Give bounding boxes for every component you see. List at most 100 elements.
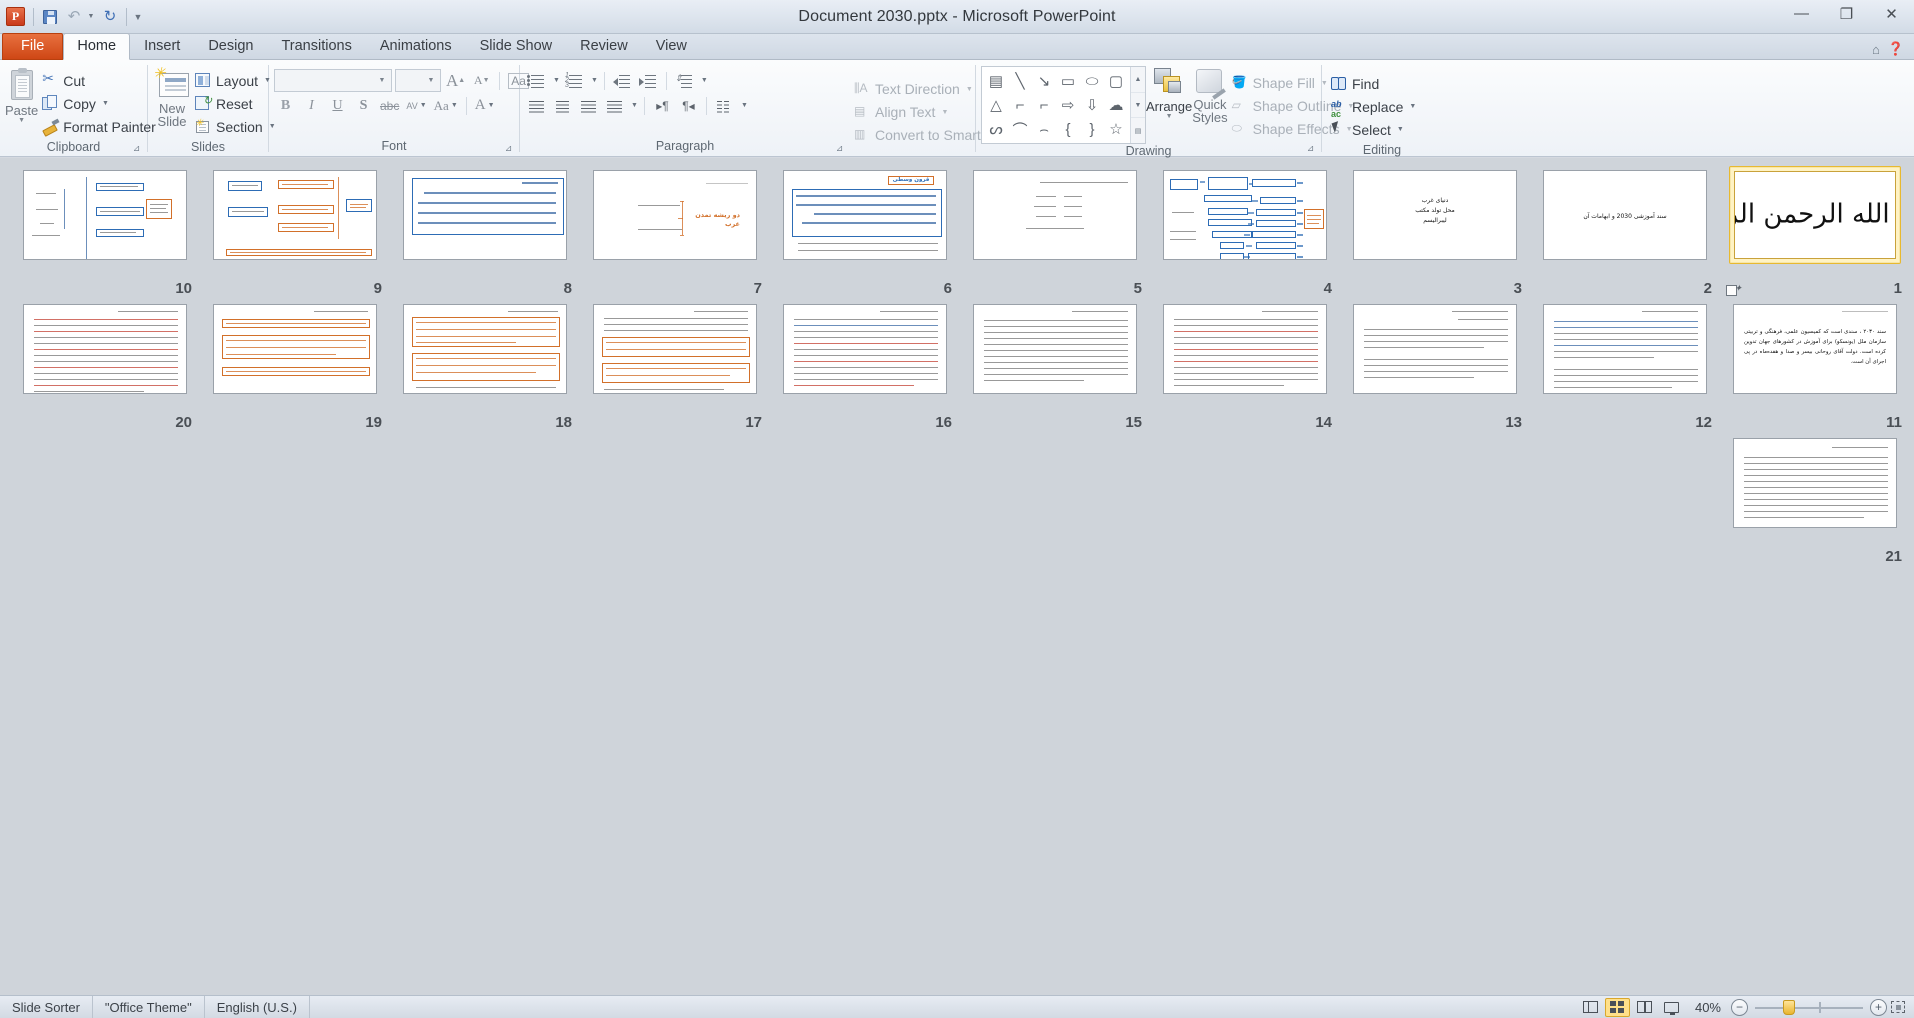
redo-button[interactable]: ↻ (98, 5, 122, 29)
reset-button[interactable]: ↻ Reset (191, 92, 280, 115)
layout-button[interactable]: Layout ▼ (191, 69, 280, 92)
customize-quick-access-button[interactable]: ▼ (131, 5, 147, 29)
rectangle-shape[interactable]: ▭ (1056, 69, 1080, 93)
paste-button[interactable]: Paste ▼ (5, 65, 38, 124)
slide-thumbnail-9[interactable]: 9 (200, 166, 390, 297)
zoom-slider[interactable] (1755, 999, 1863, 1016)
line-spacing-button[interactable]: ⇕ (673, 69, 696, 92)
ltr-button[interactable]: ▸¶ (651, 94, 674, 117)
cloud-shape[interactable]: ☁ (1104, 93, 1128, 117)
zoom-out-button[interactable]: − (1731, 998, 1748, 1016)
text-direction-button[interactable]: ⫼A Text Direction ▼ (850, 78, 975, 101)
chevron-down-icon[interactable]: ▼ (741, 102, 748, 109)
slide-sorter-workspace[interactable]: 10 9 8 دو ریشه تمدن غرب 7 قرون وسطی 6 5 … (0, 158, 1914, 995)
shapes-more-button[interactable]: ▤ (1131, 118, 1145, 143)
elbow-connector-shape[interactable]: ⌐ (1008, 93, 1032, 117)
reading-view-button[interactable] (1632, 998, 1657, 1017)
tab-file[interactable]: File (2, 33, 64, 60)
justify-button[interactable] (603, 94, 626, 117)
numbering-button[interactable]: 123 (563, 69, 586, 92)
oval-shape[interactable]: ⬭ (1080, 69, 1104, 93)
slide-thumbnail-8[interactable]: 8 (390, 166, 580, 297)
status-theme[interactable]: "Office Theme" (93, 996, 205, 1018)
clipboard-dialog-launcher[interactable]: ⊿ (130, 142, 143, 155)
center-button[interactable] (551, 94, 574, 117)
copy-button[interactable]: Copy ▼ (38, 92, 160, 115)
minimize-button[interactable]: — (1779, 0, 1824, 27)
restore-button[interactable]: ❐ (1824, 0, 1869, 27)
status-language[interactable]: English (U.S.) (205, 996, 310, 1018)
cut-button[interactable]: Cut (38, 69, 160, 92)
left-brace-shape[interactable]: { (1056, 117, 1080, 141)
transition-indicator-icon[interactable]: ✦ (1726, 283, 1742, 298)
drawing-dialog-launcher[interactable]: ⊿ (1304, 142, 1317, 155)
slide-thumbnail-13[interactable]: 13 (1340, 300, 1530, 431)
strikethrough-button[interactable]: abc (378, 94, 401, 117)
shapes-gallery-scrollbar[interactable]: ▲ ▼ ▤ (1130, 67, 1145, 143)
underline-button[interactable]: U (326, 94, 349, 117)
scroll-up-button[interactable]: ▲ (1131, 67, 1145, 93)
scroll-down-button[interactable]: ▼ (1131, 93, 1145, 119)
tab-slide-show[interactable]: Slide Show (466, 33, 567, 59)
rounded-rect-shape[interactable]: ▢ (1104, 69, 1128, 93)
rtl-button[interactable]: ¶◂ (677, 94, 700, 117)
slide-thumbnail-11[interactable]: سند ۲۰۳۰ ، سندی است که کمیسیون علمی، فره… (1720, 300, 1910, 431)
slide-thumbnail-3[interactable]: دنیای غرب محل تولد مکتب لیبرالیسم 3 (1340, 166, 1530, 297)
normal-view-button[interactable] (1578, 998, 1603, 1017)
select-button[interactable]: Select ▼ (1327, 118, 1420, 141)
grow-font-button[interactable]: A ▲ (444, 69, 467, 92)
character-spacing-button[interactable]: AV ▼ (404, 94, 428, 117)
slide-thumbnail-20[interactable]: 20 (10, 300, 200, 431)
find-button[interactable]: Find (1327, 72, 1420, 95)
arrange-button[interactable]: Arrange ▼ (1146, 66, 1192, 120)
font-name-combo[interactable]: ▼ (274, 69, 392, 92)
arrow-shape[interactable]: ↘ (1032, 69, 1056, 93)
columns-button[interactable] (713, 94, 736, 117)
star-shape[interactable]: ☆ (1104, 117, 1128, 141)
align-right-button[interactable] (577, 94, 600, 117)
triangle-shape[interactable]: △ (984, 93, 1008, 117)
align-text-button[interactable]: ▤ Align Text ▼ (850, 101, 975, 124)
shapes-gallery[interactable]: ▤ ╲ ↘ ▭ ⬭ ▢ △ ⌐ ⌐ ⇨ ⇩ ☁ ᔕ ⌒ ⌢ { } ☆ ▲ ▼ … (981, 66, 1146, 144)
freeform-shape[interactable]: ᔕ (984, 117, 1008, 141)
italic-button[interactable]: I (300, 94, 323, 117)
format-painter-button[interactable]: Format Painter (38, 115, 160, 138)
tab-design[interactable]: Design (194, 33, 267, 59)
tab-transitions[interactable]: Transitions (267, 33, 365, 59)
slide-thumbnail-6[interactable]: قرون وسطی 6 (770, 166, 960, 297)
line-shape[interactable]: ╲ (1008, 69, 1032, 93)
slide-thumbnail-12[interactable]: 12 (1530, 300, 1720, 431)
down-arrow-shape[interactable]: ⇩ (1080, 93, 1104, 117)
paragraph-dialog-launcher[interactable]: ⊿ (833, 142, 846, 155)
font-size-combo[interactable]: ▼ (395, 69, 441, 92)
slide-thumbnail-18[interactable]: 18 (390, 300, 580, 431)
quick-styles-button[interactable]: Quick Styles (1192, 66, 1228, 124)
right-arrow-shape[interactable]: ⇨ (1056, 93, 1080, 117)
slide-thumbnail-2[interactable]: سند آموزشی 2030 و ابهامات آن 2 (1530, 166, 1720, 297)
slide-thumbnail-17[interactable]: 17 (580, 300, 770, 431)
chevron-down-icon[interactable]: ▼ (631, 102, 638, 109)
zoom-slider-thumb[interactable] (1783, 999, 1795, 1015)
status-view-name[interactable]: Slide Sorter (0, 996, 93, 1018)
right-brace-shape[interactable]: } (1080, 117, 1104, 141)
slide-thumbnail-15[interactable]: 15 (960, 300, 1150, 431)
replace-button[interactable]: ab ac Replace ▼ (1327, 95, 1420, 120)
slide-thumbnail-14[interactable]: 14 (1150, 300, 1340, 431)
minimize-ribbon-icon[interactable]: ⌂ (1872, 42, 1880, 57)
slide-sorter-view-button[interactable] (1604, 997, 1630, 1017)
new-slide-button[interactable]: ✳ New Slide (153, 65, 191, 128)
chevron-down-icon[interactable]: ▼ (591, 77, 598, 84)
slide-thumbnail-5[interactable]: 5 (960, 166, 1150, 297)
chevron-down-icon[interactable]: ▼ (553, 77, 560, 84)
font-dialog-launcher[interactable]: ⊿ (502, 142, 515, 155)
slide-thumbnail-7[interactable]: دو ریشه تمدن غرب 7 (580, 166, 770, 297)
bold-button[interactable]: B (274, 94, 297, 117)
tab-home[interactable]: Home (63, 33, 131, 60)
elbow-arrow-shape[interactable]: ⌐ (1032, 93, 1056, 117)
fit-to-window-button[interactable] (1887, 999, 1908, 1016)
bullets-button[interactable] (525, 69, 548, 92)
slide-thumbnail-1[interactable]: بسم الله الرحمن الرحیم ✦ 1 (1720, 166, 1910, 297)
align-left-button[interactable] (525, 94, 548, 117)
convert-to-smartart-button[interactable]: ▥ Convert to SmartArt ▼ (850, 124, 1012, 147)
curve-shape[interactable]: ⌒ (1008, 117, 1032, 141)
